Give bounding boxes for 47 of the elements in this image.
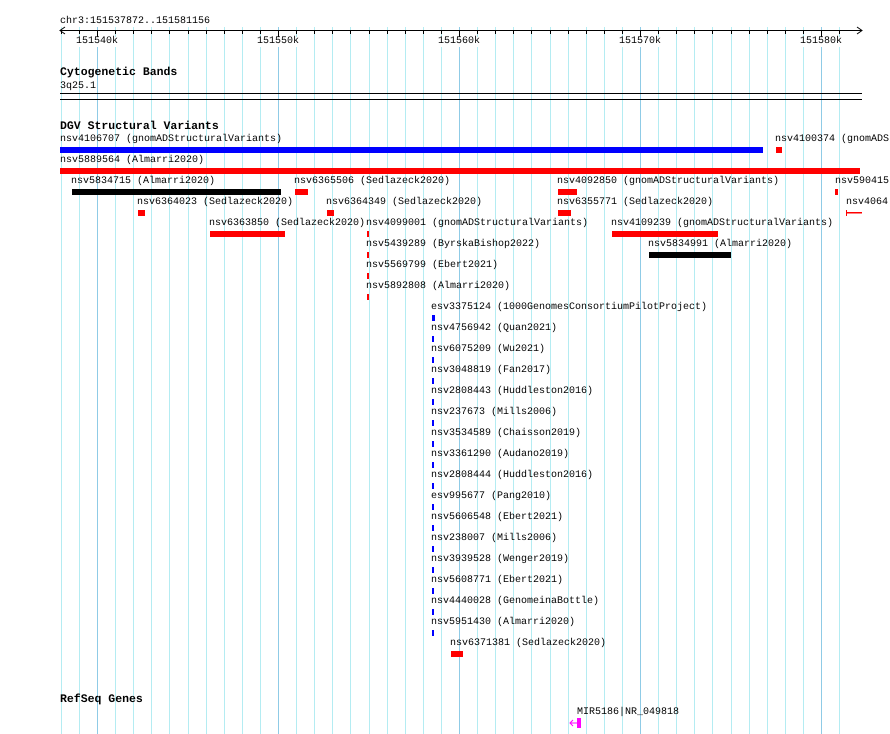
track-title: Cytogenetic Bands	[60, 67, 178, 79]
feature-label: nsv2808444 (Huddleston2016)	[431, 471, 594, 481]
feature-label: nsv4099001 (gnomADStructuralVariants)	[366, 219, 588, 229]
feature-label: nsv5951430 (Almarri2020)	[431, 618, 576, 628]
feature-label: nsv6371381 (Sedlazeck2020)	[450, 639, 606, 649]
feature-label: nsv5834715 (Almarri2020)	[71, 177, 216, 187]
gene-label: MIR5186|NR_049818	[577, 708, 680, 718]
feature-label: nsv3361290 (Audano2019)	[431, 450, 570, 460]
tick-label: 151560k	[438, 37, 480, 47]
feature-label: nsv6363850 (Sedlazeck2020)	[209, 219, 366, 229]
tick-label: 151570k	[619, 37, 662, 47]
feature-label: nsv5606548 (Ebert2021)	[431, 513, 564, 523]
feature-label: nsv237673 (Mills2006)	[431, 408, 558, 418]
feature-label: nsv6364023 (Sedlazeck2020)	[137, 198, 294, 208]
gene-arrow-icon	[569, 718, 581, 728]
feature-label: esv3375124 (1000GenomesConsortiumPilotProject)	[431, 303, 708, 313]
feature-label: nsv4064	[846, 198, 888, 208]
tick-label: 151540k	[76, 37, 118, 47]
feature-label: nsv5439289 (ByrskaBishop2022)	[366, 240, 540, 250]
feature-label: nsv4106707 (gnomADStructuralVariants)	[60, 135, 282, 145]
feature-label: nsv6075209 (Wu2021)	[431, 345, 546, 355]
feature-label: nsv5608771 (Ebert2021)	[431, 576, 564, 586]
feature-label: nsv590415	[835, 177, 890, 187]
feature-label: nsv2808443 (Huddleston2016)	[431, 387, 594, 397]
feature-label: nsv6364349 (Sedlazeck2020)	[326, 198, 482, 208]
track-title: RefSeq Genes	[60, 694, 143, 706]
feature-label: nsv4109239 (gnomADStructuralVariants)	[611, 219, 834, 229]
feature-label: nsv5892808 (Almarri2020)	[366, 282, 510, 292]
tick-label: 151550k	[257, 37, 300, 47]
feature-label: nsv4100374 (gnomADS	[775, 135, 890, 145]
feature-label: nsv5889564 (Almarri2020)	[60, 156, 204, 166]
region-label: chr3:151537872..151581156	[60, 17, 210, 27]
feature-label: nsv3939528 (Wenger2019)	[431, 555, 570, 565]
feature-label: nsv3048819 (Fan2017)	[431, 366, 552, 376]
tick-label: 151580k	[800, 37, 842, 47]
feature-label: esv995677 (Pang2010)	[431, 492, 552, 502]
feature-label: nsv238007 (Mills2006)	[431, 534, 558, 544]
feature-label: nsv6355771 (Sedlazeck2020)	[557, 198, 714, 208]
feature-label: nsv6365506 (Sedlazeck2020)	[294, 177, 450, 187]
feature-label: nsv4440028 (GenomeinaBottle)	[431, 597, 600, 607]
feature-label: nsv5569799 (Ebert2021)	[366, 261, 498, 271]
feature-label: nsv4092850 (gnomADStructuralVariants)	[557, 177, 780, 187]
feature-label: nsv5834991 (Almarri2020)	[648, 240, 792, 250]
track-title: DGV Structural Variants	[60, 121, 219, 133]
feature-label: nsv4756942 (Quan2021)	[431, 324, 558, 334]
band-label: 3q25.1	[60, 82, 96, 92]
feature-label: nsv3534589 (Chaisson2019)	[431, 429, 582, 439]
